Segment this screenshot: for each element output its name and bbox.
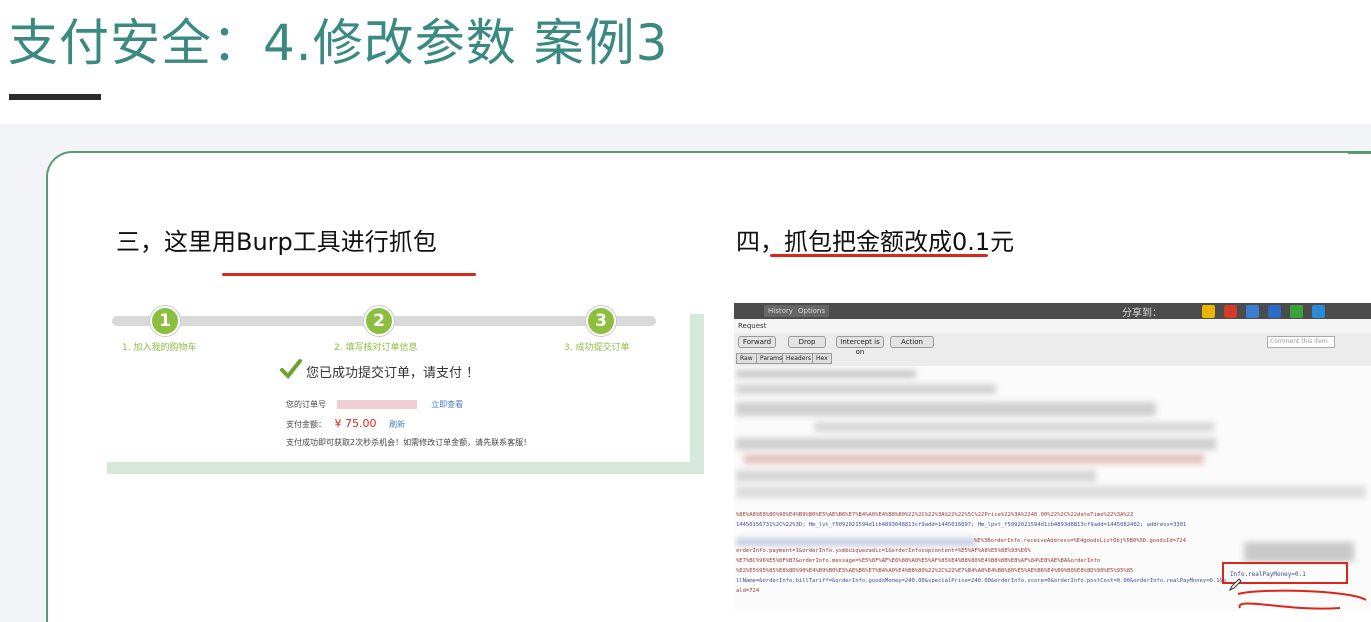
request-line: %E%3BorderInfo.receiveAddress=%E4goodsLi… bbox=[974, 538, 1186, 544]
step-circle-1: 1 bbox=[150, 306, 180, 336]
burp-tab-options[interactable]: Options bbox=[794, 305, 830, 317]
action-button[interactable]: Action bbox=[890, 336, 934, 348]
burp-tab-history[interactable]: History bbox=[764, 305, 797, 317]
share-icon-2[interactable] bbox=[1224, 305, 1237, 318]
step-label-2: 2. 填写核对订单信息 bbox=[334, 343, 418, 353]
annotation-scribble bbox=[1237, 589, 1367, 610]
order-success-text: 您已成功提交订单，请支付 ！ bbox=[306, 366, 480, 381]
share-icon-5[interactable] bbox=[1290, 305, 1303, 318]
request-line: orderInfo.payment=1&orderInfo.ysmbuiquez… bbox=[736, 548, 1031, 554]
blurred-block bbox=[736, 402, 1156, 416]
slide-title: 支付安全：4.修改参数 案例3 bbox=[8, 14, 669, 72]
step3-red-underline bbox=[222, 273, 476, 276]
step-circle-3: 3 bbox=[586, 306, 616, 336]
burp-screenshot: History Options 分享到： Request Forward Dro… bbox=[734, 303, 1371, 610]
request-line: 14450156731%2C%22%3D; Hm_lvt_f5092021594… bbox=[736, 522, 1187, 528]
highlighted-parameter: Info.realPayMoney=0.1 bbox=[1230, 571, 1306, 578]
refresh-link[interactable]: 刷新 bbox=[389, 420, 405, 429]
blurred-block bbox=[736, 370, 916, 378]
order-number-redacted bbox=[336, 400, 417, 409]
share-icon-1[interactable] bbox=[1202, 305, 1215, 318]
title-underline-bar bbox=[9, 94, 101, 100]
tab-hex[interactable]: Hex bbox=[812, 353, 832, 364]
blurred-block bbox=[736, 470, 1096, 482]
intercept-toggle-button[interactable]: Intercept is on bbox=[836, 336, 884, 356]
share-icon-6[interactable] bbox=[1312, 305, 1325, 318]
blurred-block bbox=[736, 438, 1216, 450]
blurred-block bbox=[736, 486, 1366, 498]
request-line: %8E%A8%E8%8D%90%E4%B9%B0%E5%AE%B6%E7%B4%… bbox=[736, 512, 1134, 518]
step-label-3: 3. 成功提交订单 bbox=[564, 343, 630, 353]
request-line: llName=&orderInfo.billTariff=&orderInfo.… bbox=[736, 578, 1227, 584]
step-circle-2: 2 bbox=[364, 306, 394, 336]
drop-button[interactable]: Drop bbox=[788, 336, 826, 348]
blurred-block bbox=[1244, 542, 1354, 562]
checkmark-icon bbox=[280, 359, 302, 379]
blurred-block bbox=[736, 384, 996, 394]
forward-button[interactable]: Forward bbox=[738, 336, 776, 348]
share-icon-4[interactable] bbox=[1268, 305, 1281, 318]
order-number-row: 您的订单号 立即查看 bbox=[286, 399, 463, 410]
comment-input[interactable]: Comment this item bbox=[1267, 336, 1335, 348]
screenshot-frame-shadow bbox=[107, 462, 704, 474]
blurred-block bbox=[814, 422, 1214, 432]
request-editor[interactable]: %8E%A8%E8%8D%90%E4%B9%B0%E5%AE%B6%E7%B4%… bbox=[734, 366, 1371, 610]
share-label: 分享到： bbox=[1122, 308, 1162, 319]
screenshot-frame-shadow-right bbox=[690, 314, 704, 474]
step-label-1: 1. 加入我的购物车 bbox=[122, 343, 197, 353]
burp-top-bar: History Options 分享到： bbox=[734, 303, 1371, 319]
blurred-block bbox=[744, 454, 1204, 464]
step4-heading: 四，抓包把金额改成0.1元 bbox=[736, 228, 1015, 256]
view-order-link[interactable]: 立即查看 bbox=[431, 400, 463, 409]
tab-headers[interactable]: Headers bbox=[782, 353, 815, 364]
request-line: %E2%E5%95%85%E8%8D%90%E4%B9%B0%E5%AE%B6%… bbox=[736, 568, 1134, 574]
pen-cursor-icon bbox=[1228, 578, 1242, 592]
checkout-screenshot: 1 2 3 1. 加入我的购物车 2. 填写核对订单信息 3. 成功提交订单 您… bbox=[94, 302, 704, 474]
payment-notice: 支付成功即可获取2次秒杀机会！如需修改订单金额，请先联系客服！ bbox=[286, 438, 532, 447]
payment-amount-row: 支付金额： ¥ 75.00 刷新 bbox=[286, 417, 405, 430]
burp-request-label: Request bbox=[734, 319, 1371, 333]
card-corner-accent bbox=[1348, 151, 1371, 154]
blurred-block bbox=[736, 538, 976, 546]
payment-amount-value: ¥ 75.00 bbox=[334, 417, 377, 430]
request-line: %E7%BC%96%E5%8F%B7&orderInfo.message=%E5… bbox=[736, 558, 1101, 564]
share-icon-3[interactable] bbox=[1246, 305, 1259, 318]
step4-red-underline bbox=[770, 254, 988, 257]
request-line: ald=724 bbox=[736, 588, 760, 594]
payment-amount-label: 支付金额： bbox=[286, 420, 326, 429]
step3-heading: 三，这里用Burp工具进行抓包 bbox=[116, 228, 437, 256]
order-number-label: 您的订单号 bbox=[286, 400, 326, 409]
tab-raw[interactable]: Raw bbox=[736, 353, 757, 364]
